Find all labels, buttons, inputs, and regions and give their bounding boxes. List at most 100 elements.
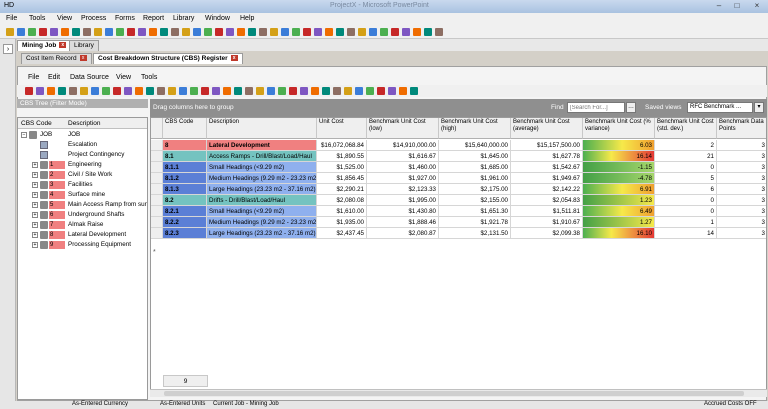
row-selector[interactable] [151,217,163,228]
toolbar-icon[interactable] [322,87,330,95]
toolbar-icon[interactable] [237,28,245,36]
inner-menu-view[interactable]: View [116,74,131,81]
inner-menu-file[interactable]: File [28,74,39,81]
toolbar-icon[interactable] [127,28,135,36]
tree-col-code[interactable]: CBS Code [21,120,52,127]
table-row[interactable]: 8.2 Drifts - Drill/Blast/Load/Haul $2,080.… [151,195,766,206]
toolbar-icon[interactable] [377,87,385,95]
chevron-down-icon[interactable]: ▾ [754,102,764,113]
tree-row[interactable]: +1 Engineering [18,160,147,170]
toolbar-icon[interactable] [157,87,165,95]
toolbar-icon[interactable] [413,28,421,36]
toolbar-icon[interactable] [314,28,322,36]
toolbar-icon[interactable] [303,28,311,36]
grid-column-header[interactable]: CBS Code [163,118,207,139]
tree-row[interactable]: +3 Facilities [18,180,147,190]
toolbar-icon[interactable] [50,28,58,36]
tree-row[interactable]: +8 Lateral Development [18,230,147,240]
close-icon[interactable]: x [230,55,238,62]
row-selector[interactable] [151,173,163,184]
table-row[interactable]: 8.1 Access Ramps - Drill/Blast/Load/Haul $… [151,151,766,162]
toolbar-icon[interactable] [102,87,110,95]
tree-row[interactable]: +6 Underground Shafts [18,210,147,220]
toolbar-icon[interactable] [149,28,157,36]
status-currency[interactable]: As-Entered Currency [72,401,128,407]
expand-icon[interactable]: + [32,202,38,208]
expand-icon[interactable]: + [32,192,38,198]
tab-cbs-register[interactable]: Cost Breakdown Structure (CBS) Register x [93,53,243,64]
row-selector[interactable] [151,206,163,217]
toolbar-icon[interactable] [47,87,55,95]
menu-window[interactable]: Window [205,15,230,22]
toolbar-icon[interactable] [72,28,80,36]
toolbar-icon[interactable] [69,87,77,95]
toolbar-icon[interactable] [138,28,146,36]
toolbar-icon[interactable] [366,87,374,95]
row-selector[interactable] [151,195,163,206]
table-row[interactable]: 8.2.2 Medium Headings (9.29 m2 - 23.23 m2… [151,217,766,228]
toolbar-icon[interactable] [212,87,220,95]
toolbar-icon[interactable] [61,28,69,36]
tree-row[interactable]: Escalation [18,140,147,150]
grid-column-header[interactable]: Benchmark Data Points [717,118,766,139]
menu-report[interactable]: Report [143,15,164,22]
toolbar-icon[interactable] [39,28,47,36]
grid-column-header[interactable]: Benchmark Unit Cost (low) [367,118,439,139]
toolbar-icon[interactable] [311,87,319,95]
menu-help[interactable]: Help [240,15,254,22]
table-row[interactable]: 8.2.3 Large Headings (23.23 m2 - 37.16 m2… [151,228,766,239]
menu-view[interactable]: View [57,15,72,22]
grid-column-header[interactable]: Benchmark Unit Cost (high) [439,118,511,139]
toolbar-icon[interactable] [388,87,396,95]
grid-column-header[interactable]: Unit Cost [317,118,367,139]
toolbar-icon[interactable] [105,28,113,36]
saved-views-select[interactable]: RFC Benchmark ... [687,102,753,113]
inner-menu-tools[interactable]: Tools [141,74,157,81]
tree-row[interactable]: Project Contingency [18,150,147,160]
toolbar-icon[interactable] [179,87,187,95]
expand-icon[interactable]: + [32,232,38,238]
toolbar-icon[interactable] [17,28,25,36]
tree-row[interactable]: +9 Processing Equipment [18,240,147,250]
menu-tools[interactable]: Tools [29,15,45,22]
menu-library[interactable]: Library [173,15,194,22]
toolbar-icon[interactable] [270,28,278,36]
toolbar-icon[interactable] [168,87,176,95]
grid-column-header[interactable]: Benchmark Unit Cost (average) [511,118,583,139]
toolbar-icon[interactable] [113,87,121,95]
status-units[interactable]: As-Entered Units [160,401,205,407]
toolbar-icon[interactable] [94,28,102,36]
toolbar-icon[interactable] [204,28,212,36]
toolbar-icon[interactable] [58,87,66,95]
tree-row[interactable]: +5Main Access Ramp from surface [18,200,147,210]
status-accrued[interactable]: Accrued Costs OFF [704,401,757,407]
toolbar-icon[interactable] [190,87,198,95]
toolbar-icon[interactable] [80,87,88,95]
toolbar-icon[interactable] [201,87,209,95]
expand-icon[interactable]: + [32,212,38,218]
toolbar-icon[interactable] [25,87,33,95]
toolbar-icon[interactable] [234,87,242,95]
menu-process[interactable]: Process [81,15,106,22]
tree-row[interactable]: +4 Surface mine [18,190,147,200]
toolbar-icon[interactable] [256,87,264,95]
close-icon[interactable]: x [59,42,67,49]
collapse-icon[interactable]: − [21,132,27,138]
dock-expand-button[interactable]: › [3,44,13,54]
toolbar-icon[interactable] [336,28,344,36]
toolbar-icon[interactable] [91,87,99,95]
row-selector[interactable] [151,184,163,195]
toolbar-icon[interactable] [171,28,179,36]
table-row[interactable]: 8.1.3 Large Headings (23.23 m2 - 37.16 m2… [151,184,766,195]
toolbar-icon[interactable] [380,28,388,36]
toolbar-icon[interactable] [193,28,201,36]
toolbar-icon[interactable] [300,87,308,95]
toolbar-icon[interactable] [344,87,352,95]
toolbar-icon[interactable] [245,87,253,95]
maximize-button[interactable]: □ [730,1,744,11]
expand-icon[interactable]: + [32,172,38,178]
toolbar-icon[interactable] [267,87,275,95]
menu-forms[interactable]: Forms [115,15,135,22]
toolbar-icon[interactable] [83,28,91,36]
tab-mining-job[interactable]: Mining Job x [17,40,72,51]
